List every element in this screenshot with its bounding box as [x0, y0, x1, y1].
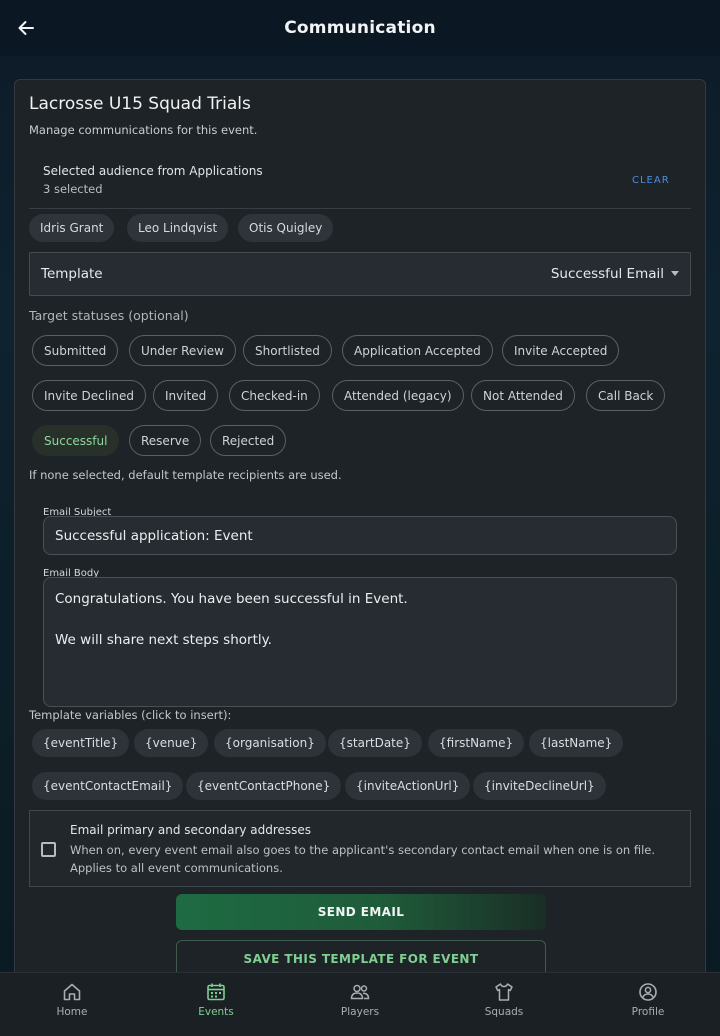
variable-chip[interactable]: {eventContactEmail}: [32, 772, 184, 800]
variable-chip[interactable]: {inviteActionUrl}: [345, 772, 471, 800]
template-select[interactable]: Template Successful Email: [29, 252, 691, 296]
nav-label: Profile: [631, 1006, 665, 1018]
template-variables-label: Template variables (click to insert):: [29, 708, 232, 722]
variable-chip[interactable]: {inviteDeclineUrl}: [473, 772, 606, 800]
email-body-textarea[interactable]: Congratulations. You have been successfu…: [43, 577, 677, 707]
bottom-navigation: Home Events Players Squads Profile: [0, 972, 720, 1036]
status-chip-checked-in[interactable]: Checked-in: [229, 380, 320, 411]
variable-chip[interactable]: {firstName}: [428, 729, 525, 757]
secondary-email-option: Email primary and secondary addresses Wh…: [29, 810, 691, 887]
status-chip-invite-declined[interactable]: Invite Declined: [32, 380, 146, 411]
template-label: Template: [41, 266, 103, 282]
secondary-email-desc-line: Applies to all event communications.: [70, 861, 283, 875]
status-chip-under-review[interactable]: Under Review: [129, 335, 236, 366]
secondary-email-checkbox[interactable]: [41, 842, 56, 857]
email-body-line: We will share next steps shortly.: [55, 632, 272, 648]
shirt-icon: [495, 983, 513, 1001]
nav-label: Players: [340, 1006, 380, 1018]
variable-chip[interactable]: {eventTitle}: [32, 729, 130, 757]
email-subject-input[interactable]: Successful application: Event: [43, 516, 677, 555]
status-chip-rejected[interactable]: Rejected: [210, 425, 287, 456]
audience-label: Selected audience from Applications: [43, 164, 263, 178]
variable-chip[interactable]: {organisation}: [214, 729, 326, 757]
profile-icon: [639, 983, 657, 1001]
secondary-email-title: Email primary and secondary addresses: [70, 823, 312, 837]
status-chip-reserve[interactable]: Reserve: [129, 425, 202, 456]
nav-item-profile[interactable]: Profile: [608, 981, 688, 1018]
status-chip-not-attended[interactable]: Not Attended: [471, 380, 575, 411]
audience-count: 3 selected: [43, 182, 103, 196]
caret-down-icon: [671, 271, 679, 276]
variable-chip[interactable]: {startDate}: [328, 729, 422, 757]
status-chip-successful[interactable]: Successful: [32, 425, 120, 456]
arrow-left-icon: [18, 21, 34, 35]
home-icon: [63, 983, 81, 1001]
status-chip-call-back[interactable]: Call Back: [586, 380, 666, 411]
recipient-chip: Otis Quigley: [238, 214, 334, 242]
target-statuses-hint: If none selected, default template recip…: [29, 468, 342, 482]
event-description: Manage communications for this event.: [29, 123, 258, 137]
secondary-email-description: When on, every event email also goes to …: [70, 841, 670, 877]
status-chip-invite-accepted[interactable]: Invite Accepted: [502, 335, 620, 366]
variable-chip[interactable]: {eventContactPhone}: [186, 772, 342, 800]
nav-label: Events: [198, 1006, 234, 1018]
communication-card: Lacrosse U15 Squad Trials Manage communi…: [14, 79, 706, 979]
nav-item-events[interactable]: Events: [176, 981, 256, 1018]
email-body-line: Congratulations. You have been successfu…: [55, 591, 408, 607]
nav-item-squads[interactable]: Squads: [464, 981, 544, 1018]
calendar-icon: [207, 983, 225, 1001]
page-title: Communication: [284, 18, 436, 38]
secondary-email-desc-line: When on, every event email also goes to …: [70, 843, 656, 857]
clear-audience-button[interactable]: CLEAR: [632, 175, 670, 186]
send-email-button[interactable]: SEND EMAIL: [176, 894, 546, 930]
nav-label: Home: [56, 1006, 88, 1018]
nav-item-home[interactable]: Home: [32, 981, 112, 1018]
back-button[interactable]: [12, 14, 40, 42]
status-chip-attended-legacy[interactable]: Attended (legacy): [332, 380, 464, 411]
variable-chip[interactable]: {venue}: [134, 729, 209, 757]
recipient-chip: Leo Lindqvist: [127, 214, 229, 242]
nav-label: Squads: [484, 1006, 524, 1018]
template-value: Successful Email: [550, 266, 664, 282]
top-app-bar: Communication: [0, 0, 720, 56]
status-chip-invited[interactable]: Invited: [153, 380, 219, 411]
recipient-chip: Idris Grant: [29, 214, 115, 242]
status-chip-shortlisted[interactable]: Shortlisted: [243, 335, 332, 366]
divider: [29, 208, 691, 209]
variable-chip[interactable]: {lastName}: [529, 729, 624, 757]
event-title: Lacrosse U15 Squad Trials: [29, 94, 251, 114]
nav-item-players[interactable]: Players: [320, 981, 400, 1018]
players-icon: [350, 984, 370, 1000]
target-statuses-label: Target statuses (optional): [29, 308, 189, 323]
status-chip-submitted[interactable]: Submitted: [32, 335, 119, 366]
status-chip-application-accepted[interactable]: Application Accepted: [342, 335, 493, 366]
